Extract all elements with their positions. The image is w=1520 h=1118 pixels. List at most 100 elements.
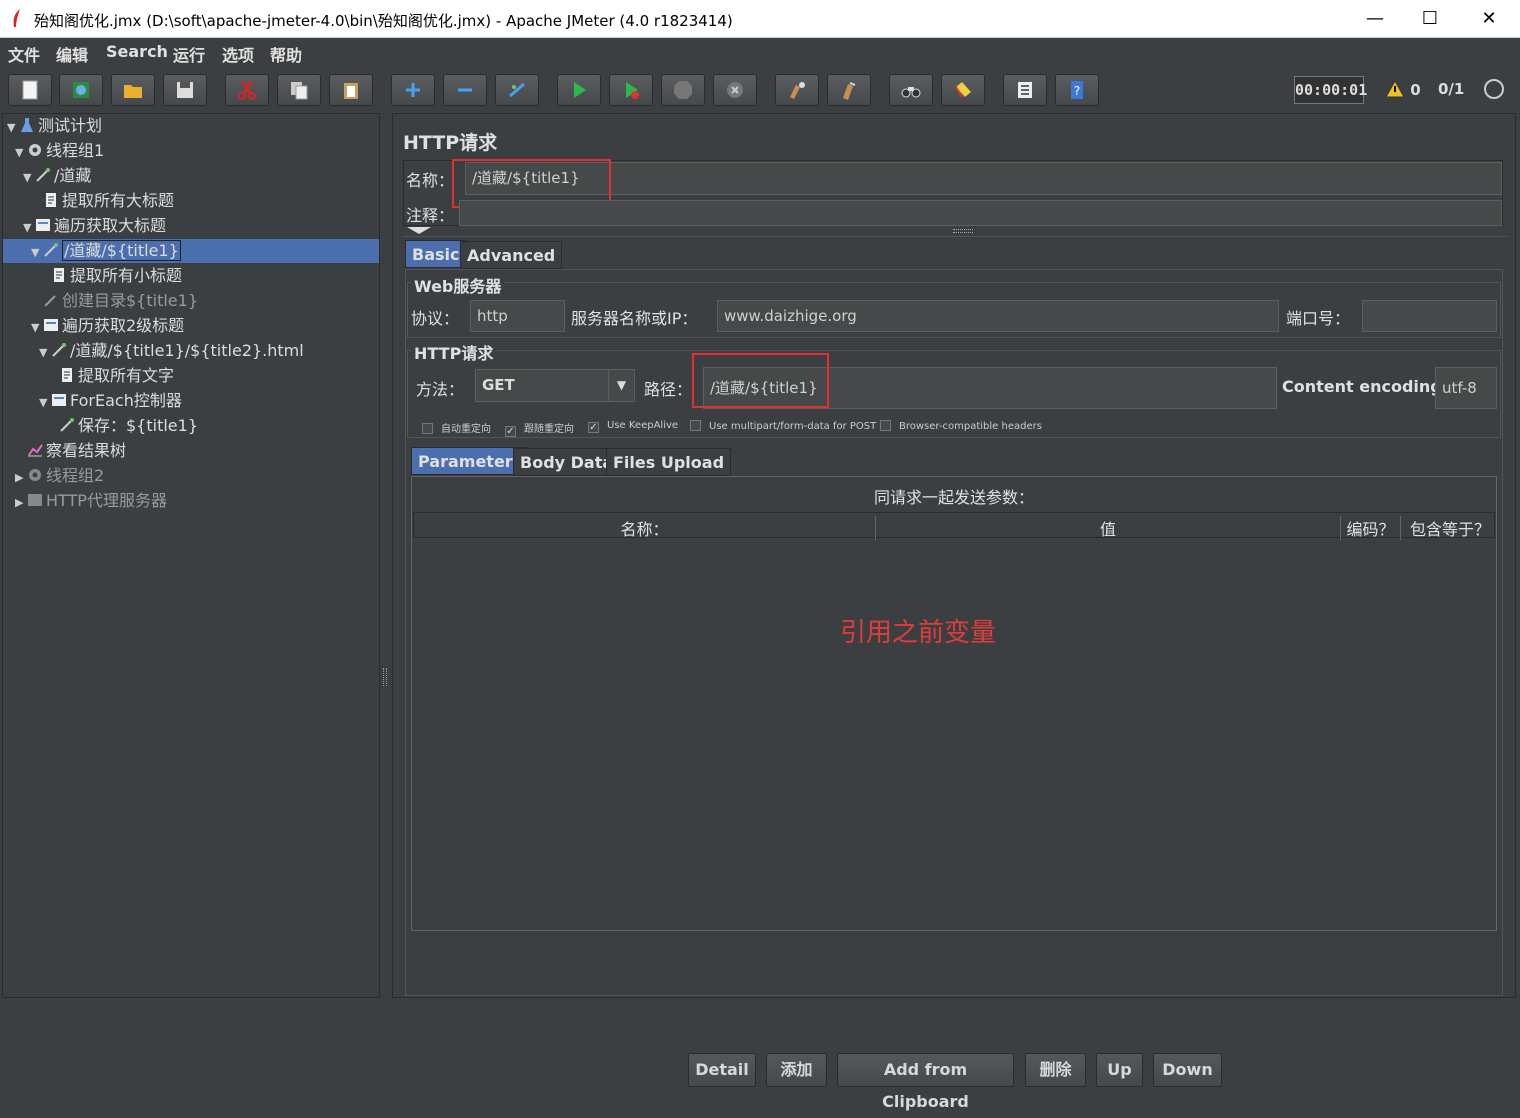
protocol-input[interactable]: http bbox=[470, 300, 565, 332]
browser-headers-checkbox[interactable]: Browser-compatible headers bbox=[880, 420, 1042, 432]
checkbox-box[interactable] bbox=[880, 420, 891, 431]
templates-button[interactable] bbox=[59, 74, 103, 106]
active-threads: 0/1 bbox=[1438, 80, 1465, 98]
clear-button[interactable] bbox=[775, 74, 819, 106]
warning-indicator[interactable]: 0 bbox=[1385, 79, 1421, 99]
column-encode[interactable]: 编码？ bbox=[1341, 516, 1401, 540]
expand-all-button[interactable] bbox=[391, 74, 435, 106]
menu-file[interactable]: 文件 bbox=[8, 42, 40, 66]
split-pane-divider[interactable] bbox=[381, 113, 389, 998]
column-name[interactable]: 名称： bbox=[414, 516, 876, 540]
tree-node-loop-titles[interactable]: ▼ 遍历获取大标题 bbox=[23, 214, 166, 238]
menu-options[interactable]: 选项 bbox=[222, 42, 254, 66]
test-plan-tree: ▼ 测试计划 ▼ 线程组1 ▼/道藏 提取所有大标题 ▼ 遍历获取大标题 ▼/道藏/$… bbox=[2, 113, 380, 998]
resize-grip-icon[interactable] bbox=[953, 229, 973, 233]
proxy-icon bbox=[28, 494, 42, 506]
tab-files-upload[interactable]: Files Upload bbox=[606, 448, 732, 476]
stop-button[interactable] bbox=[661, 74, 705, 106]
pipette-icon bbox=[36, 168, 50, 182]
tab-basic[interactable]: Basic bbox=[405, 240, 467, 268]
multipart-checkbox[interactable]: Use multipart/form-data for POST bbox=[690, 420, 876, 432]
column-include-equals[interactable]: 包含等于？ bbox=[1405, 516, 1495, 540]
tree-node-foreach[interactable]: ▼ ForEach控制器 bbox=[39, 389, 182, 413]
checkbox-box[interactable]: ✓ bbox=[505, 426, 516, 437]
port-input[interactable] bbox=[1362, 300, 1497, 332]
maximize-button[interactable]: ☐ bbox=[1415, 8, 1445, 29]
tree-node-loop-level2[interactable]: ▼ 遍历获取2级标题 bbox=[31, 314, 184, 338]
method-select[interactable]: GET ▼ bbox=[475, 369, 635, 402]
svg-text:?: ? bbox=[1074, 84, 1080, 98]
checkbox-box[interactable] bbox=[422, 423, 433, 434]
collapse-all-button[interactable] bbox=[443, 74, 487, 106]
keepalive-checkbox[interactable]: ✓ Use KeepAlive bbox=[588, 420, 678, 433]
follow-redirect-checkbox[interactable]: ✓ 跟随重定向 bbox=[505, 420, 574, 437]
close-button[interactable]: ✕ bbox=[1474, 8, 1504, 29]
cut-button[interactable] bbox=[225, 74, 269, 106]
checkbox-box[interactable]: ✓ bbox=[588, 422, 599, 433]
new-button[interactable] bbox=[8, 74, 52, 106]
broom-gear-icon bbox=[790, 82, 805, 99]
pipette-icon bbox=[44, 295, 56, 307]
checkbox-box[interactable] bbox=[690, 420, 701, 431]
up-button[interactable]: Up bbox=[1096, 1053, 1143, 1087]
splitter-grip[interactable] bbox=[383, 668, 387, 686]
add-from-clipboard-button[interactable]: Add from Clipboard bbox=[837, 1053, 1014, 1111]
tree-node-thread-group-1[interactable]: ▼ 线程组1 bbox=[15, 139, 104, 163]
window-titlebar: 殆知阁优化.jmx (D:\soft\apache-jmeter-4.0\bin… bbox=[0, 0, 1520, 38]
name-input[interactable]: /道藏/${title1} bbox=[465, 162, 1502, 195]
toolbar: ? bbox=[0, 68, 1520, 112]
menu-search[interactable]: Search bbox=[106, 42, 168, 61]
column-value[interactable]: 值 bbox=[876, 516, 1341, 540]
server-input[interactable]: www.daizhige.org bbox=[717, 300, 1279, 332]
detail-button[interactable]: Detail bbox=[688, 1053, 756, 1087]
shutdown-icon bbox=[727, 82, 743, 98]
path-label: 路径： bbox=[644, 380, 693, 399]
tab-advanced[interactable]: Advanced bbox=[460, 241, 563, 269]
copy-button[interactable] bbox=[277, 74, 321, 106]
menu-edit[interactable]: 编辑 bbox=[56, 42, 88, 66]
open-button[interactable] bbox=[111, 74, 155, 106]
tree-node-results-tree[interactable]: 察看结果树 bbox=[27, 439, 126, 463]
shutdown-button[interactable] bbox=[713, 74, 757, 106]
tree-node-http-proxy[interactable]: ▶ HTTP代理服务器 bbox=[15, 489, 167, 513]
paste-button[interactable] bbox=[329, 74, 373, 106]
new-file-icon bbox=[22, 80, 38, 100]
comment-input[interactable] bbox=[459, 200, 1502, 226]
tree-node-test-plan[interactable]: ▼ 测试计划 bbox=[7, 114, 102, 138]
toggle-button[interactable] bbox=[495, 74, 539, 106]
auto-redirect-checkbox[interactable]: 自动重定向 bbox=[422, 420, 491, 435]
tree-node-daozang-title1[interactable]: ▼/道藏/${title1} bbox=[31, 239, 181, 263]
reset-search-button[interactable] bbox=[941, 74, 985, 106]
delete-button[interactable]: 删除 bbox=[1025, 1053, 1086, 1087]
parameters-panel bbox=[411, 476, 1497, 931]
start-button[interactable] bbox=[557, 74, 601, 106]
add-button[interactable]: 添加 bbox=[766, 1053, 827, 1087]
start-no-pause-button[interactable] bbox=[609, 74, 653, 106]
remote-globe-icon[interactable] bbox=[1484, 79, 1504, 99]
tree-node-create-dir[interactable]: 创建目录${title1} bbox=[43, 289, 198, 313]
tab-parameters[interactable]: Parameters bbox=[411, 447, 530, 475]
tree-node-extract-text[interactable]: 提取所有文字 bbox=[59, 364, 174, 388]
function-helper-button[interactable] bbox=[1003, 74, 1047, 106]
clear-all-button[interactable] bbox=[827, 74, 871, 106]
encoding-input[interactable]: utf-8 bbox=[1435, 367, 1497, 409]
http-request-section-title: HTTP请求 bbox=[411, 340, 497, 364]
help-button[interactable]: ? bbox=[1055, 74, 1099, 106]
tab-body-data[interactable]: Body Data bbox=[513, 448, 621, 476]
save-button[interactable] bbox=[163, 74, 207, 106]
plus-icon bbox=[406, 83, 420, 97]
down-button[interactable]: Down bbox=[1153, 1053, 1222, 1087]
tree-node-html-page[interactable]: ▼/道藏/${title1}/${title2}.html bbox=[39, 339, 304, 363]
chevron-down-icon[interactable]: ▼ bbox=[608, 370, 634, 401]
checkbox-label: 跟随重定向 bbox=[524, 424, 574, 435]
menu-help[interactable]: 帮助 bbox=[270, 42, 302, 66]
tree-node-thread-group-2[interactable]: ▶ 线程组2 bbox=[15, 464, 104, 488]
tree-node-extract-subtitles[interactable]: 提取所有小标题 bbox=[51, 264, 182, 288]
menu-run[interactable]: 运行 bbox=[173, 42, 205, 66]
search-button[interactable] bbox=[889, 74, 933, 106]
collapse-arrow-icon[interactable] bbox=[407, 227, 431, 234]
tree-node-daozang[interactable]: ▼/道藏 bbox=[23, 164, 91, 188]
tree-node-save[interactable]: 保存：${title1} bbox=[59, 414, 198, 438]
tree-node-extract-titles[interactable]: 提取所有大标题 bbox=[43, 189, 174, 213]
minimize-button[interactable]: — bbox=[1360, 8, 1390, 29]
